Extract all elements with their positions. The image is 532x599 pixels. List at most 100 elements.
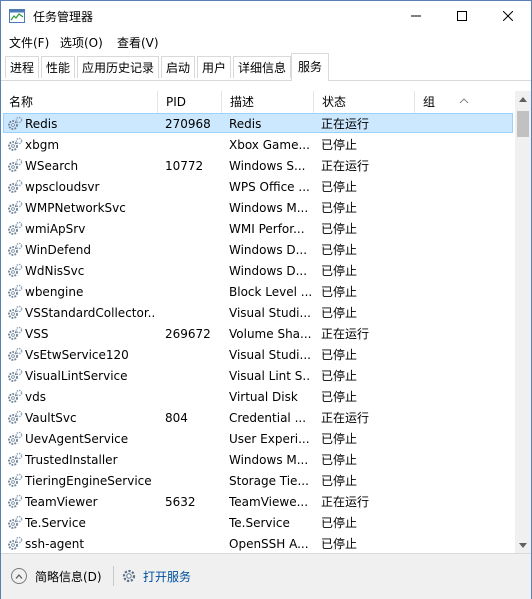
service-name: WMPNetworkSvc — [25, 201, 126, 215]
service-status: 正在运行 — [321, 159, 370, 173]
service-row[interactable]: TeamViewer 5632 TeamViewe... 正在运行 — [1, 491, 515, 512]
gear-icon — [7, 200, 23, 215]
gear-icon — [7, 347, 23, 362]
gear-icon — [121, 568, 137, 584]
scroll-up-icon[interactable] — [515, 91, 531, 107]
gear-icon — [7, 158, 23, 173]
tab-users[interactable]: 用户 — [197, 56, 231, 78]
service-row[interactable]: xbgm Xbox Game... 已停止 — [1, 134, 515, 155]
service-row[interactable]: ssh-agent OpenSSH A... 已停止 — [1, 533, 515, 553]
service-status: 已停止 — [321, 306, 358, 320]
minimize-button[interactable] — [393, 1, 439, 31]
gear-icon — [7, 473, 23, 488]
service-description: Windows M... — [229, 453, 309, 467]
service-description: Windows D... — [229, 243, 308, 257]
service-row[interactable]: Redis 270968 Redis 正在运行 — [1, 113, 515, 134]
column-header: 名称 PID 描述 状态 组 — [1, 91, 515, 113]
service-row[interactable]: VSStandardCollector... Visual Studi... 已停止 — [1, 302, 515, 323]
brief-info-label: 简略信息(D) — [35, 569, 102, 584]
service-pid — [165, 346, 221, 364]
close-button[interactable] — [485, 1, 531, 31]
tab-startup[interactable]: 启动 — [161, 56, 195, 78]
service-name: WinDefend — [25, 243, 91, 257]
sort-ascending-icon — [459, 97, 469, 107]
column-pid[interactable]: PID — [158, 91, 221, 113]
menu-view[interactable]: 查看(V) — [117, 34, 159, 51]
service-row[interactable]: wmiApSrv WMI Perfor... 已停止 — [1, 218, 515, 239]
service-pid — [165, 220, 221, 238]
maximize-button[interactable] — [439, 1, 485, 31]
vertical-scrollbar[interactable] — [515, 91, 531, 553]
service-name: VaultSvc — [25, 411, 77, 425]
service-pid: 804 — [165, 411, 188, 425]
service-pid — [165, 430, 221, 448]
service-row[interactable]: Te.Service Te.Service 已停止 — [1, 512, 515, 533]
service-row[interactable]: WMPNetworkSvc Windows M... 已停止 — [1, 197, 515, 218]
gear-icon — [7, 263, 23, 278]
gear-icon — [7, 221, 23, 236]
service-description: Volume Sha... — [229, 327, 311, 341]
service-row[interactable]: wpscloudsvr WPS Office ... 已停止 — [1, 176, 515, 197]
service-description: Block Level ... — [229, 285, 311, 299]
tab-processes[interactable]: 进程 — [5, 56, 39, 78]
service-name: UevAgentService — [25, 432, 129, 446]
service-row[interactable]: VSS 269672 Volume Sha... 正在运行 — [1, 323, 515, 344]
service-description: Redis — [229, 117, 262, 131]
service-row[interactable]: VaultSvc 804 Credential ... 正在运行 — [1, 407, 515, 428]
service-description: Te.Service — [229, 516, 290, 530]
service-pid — [165, 514, 221, 532]
service-row[interactable]: WinDefend Windows D... 已停止 — [1, 239, 515, 260]
service-description: Visual Lint S... — [229, 369, 311, 383]
tab-performance[interactable]: 性能 — [41, 56, 75, 78]
footer-divider — [113, 566, 114, 586]
tab-app-history[interactable]: 应用历史记录 — [77, 56, 159, 78]
service-name: Redis — [25, 117, 58, 131]
service-pid — [165, 262, 221, 280]
service-name: wpscloudsvr — [25, 180, 100, 194]
title-bar[interactable]: 任务管理器 — [1, 1, 531, 31]
service-row[interactable]: UevAgentService User Experi... 已停止 — [1, 428, 515, 449]
service-row[interactable]: VisualLintService Visual Lint S... 已停止 — [1, 365, 515, 386]
column-status[interactable]: 状态 — [314, 91, 414, 113]
service-status: 已停止 — [321, 537, 358, 551]
scroll-down-icon[interactable] — [515, 537, 531, 553]
service-row[interactable]: TieringEngineService Storage Tie... 已停止 — [1, 470, 515, 491]
service-status: 已停止 — [321, 138, 358, 152]
service-description: Windows S... — [229, 159, 306, 173]
service-row[interactable]: vds Virtual Disk 已停止 — [1, 386, 515, 407]
menu-options[interactable]: 选项(O) — [60, 34, 103, 51]
menu-bar: 文件(F) 选项(O) 查看(V) — [1, 31, 531, 53]
service-description: Xbox Game... — [229, 138, 310, 152]
service-description: Windows D... — [229, 264, 308, 278]
service-row[interactable]: WdNisSvc Windows D... 已停止 — [1, 260, 515, 281]
scrollbar-thumb[interactable] — [517, 111, 529, 137]
service-row[interactable]: VsEtwService120 Visual Studi... 已停止 — [1, 344, 515, 365]
tab-details[interactable]: 详细信息 — [233, 56, 291, 78]
service-status: 已停止 — [321, 516, 358, 530]
gear-icon — [7, 137, 23, 152]
brief-info-button[interactable]: 简略信息(D) — [11, 567, 102, 585]
open-services-link[interactable]: 打开服务 — [121, 567, 191, 585]
tab-services[interactable]: 服务 — [291, 53, 329, 81]
service-pid — [165, 472, 221, 490]
service-description: Credential ... — [229, 411, 307, 425]
column-description[interactable]: 描述 — [222, 91, 313, 113]
gear-icon — [7, 536, 23, 551]
service-description: WPS Office ... — [229, 180, 310, 194]
service-row[interactable]: wbengine Block Level ... 已停止 — [1, 281, 515, 302]
service-status: 已停止 — [321, 201, 358, 215]
service-status: 已停止 — [321, 432, 358, 446]
service-row[interactable]: WSearch 10772 Windows S... 正在运行 — [1, 155, 515, 176]
footer-bar: 简略信息(D) 打开服务 — [1, 553, 531, 599]
service-description: Visual Studi... — [229, 306, 311, 320]
chevron-up-circle-icon — [11, 568, 27, 584]
services-list: Redis 270968 Redis 正在运行 xbgm Xbox Game... 已停止 W… — [1, 113, 515, 553]
service-pid: 269672 — [165, 327, 211, 341]
service-row[interactable]: TrustedInstaller Windows M... 已停止 — [1, 449, 515, 470]
service-name: TieringEngineService — [25, 474, 152, 488]
service-pid — [165, 388, 221, 406]
column-name[interactable]: 名称 — [1, 91, 157, 113]
gear-icon — [7, 389, 23, 404]
menu-file[interactable]: 文件(F) — [9, 34, 49, 51]
service-pid: 10772 — [165, 159, 204, 173]
